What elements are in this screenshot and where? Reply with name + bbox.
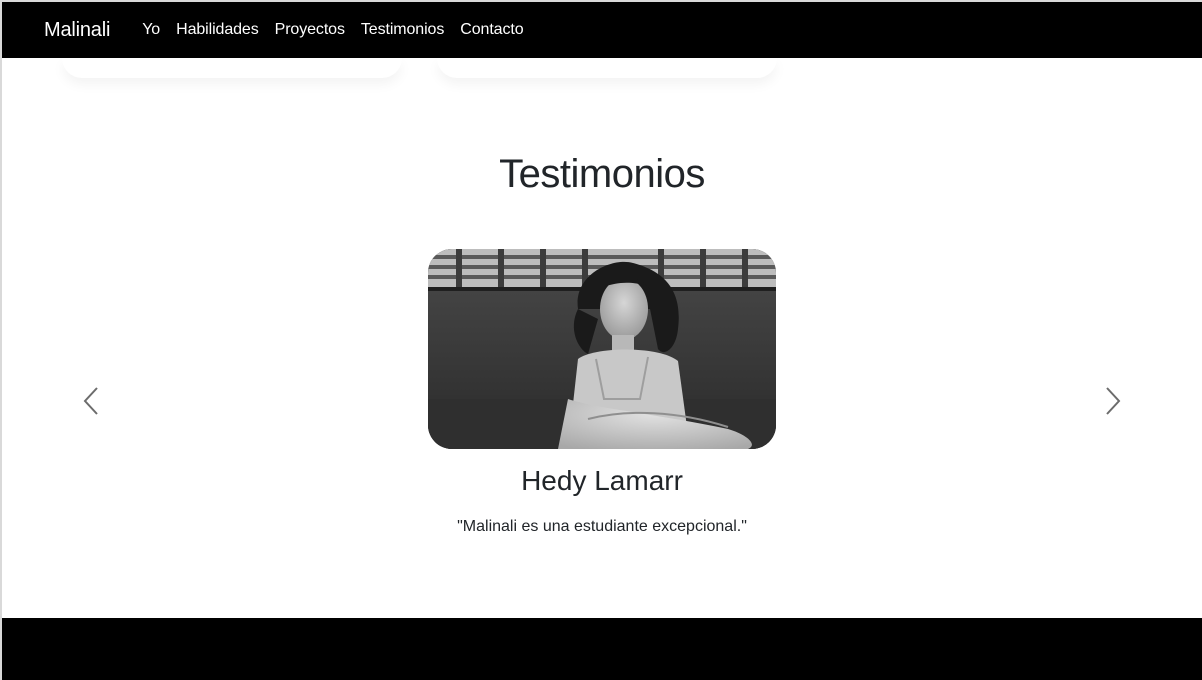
brand-link[interactable]: Malinali <box>44 19 110 42</box>
previous-section-card-shadow <box>62 58 402 78</box>
carousel-prev-button[interactable] <box>72 382 112 422</box>
nav-link-proyectos[interactable]: Proyectos <box>267 21 353 39</box>
footer <box>2 618 1202 680</box>
chevron-left-icon <box>82 385 102 420</box>
nav-links: Yo Habilidades Proyectos Testimonios Con… <box>134 21 531 39</box>
previous-section-card-shadow <box>437 58 777 78</box>
page: Malinali Yo Habilidades Proyectos Testim… <box>0 0 1202 680</box>
nav-link-yo[interactable]: Yo <box>134 21 168 39</box>
carousel-next-button[interactable] <box>1092 382 1132 422</box>
chevron-right-icon <box>1102 385 1122 420</box>
testimonial-name: Hedy Lamarr <box>521 465 683 496</box>
testimonial-quote: "Malinali es una estudiante excepcional.… <box>457 518 747 535</box>
testimonial-photo <box>428 249 776 449</box>
navbar: Malinali Yo Habilidades Proyectos Testim… <box>2 0 1202 58</box>
nav-link-contacto[interactable]: Contacto <box>452 21 531 39</box>
section-title: Testimonios <box>499 152 705 196</box>
nav-link-testimonios[interactable]: Testimonios <box>353 21 452 39</box>
nav-link-habilidades[interactable]: Habilidades <box>168 21 267 39</box>
